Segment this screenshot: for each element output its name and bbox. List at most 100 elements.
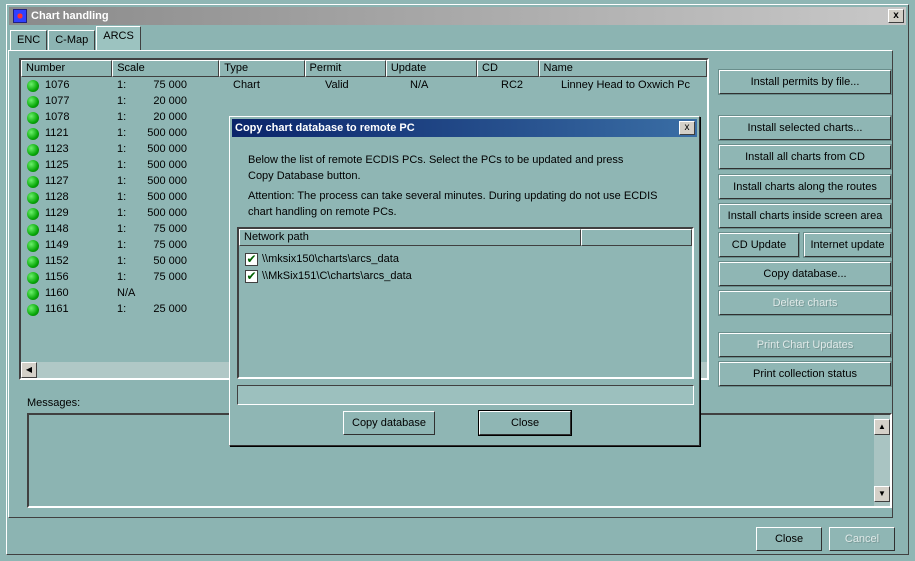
tab-arcs[interactable]: ARCS xyxy=(96,26,141,50)
cell-scale-prefix: 1: xyxy=(117,239,127,251)
window-title: Chart handling xyxy=(31,10,109,22)
copy-database-menu-button[interactable]: Copy database... xyxy=(718,261,892,287)
cell-scale-prefix: 1: xyxy=(117,175,127,187)
status-ok-icon xyxy=(27,144,39,156)
scroll-left-icon[interactable]: ◀ xyxy=(21,362,37,378)
cell-scale: 50 000 xyxy=(153,255,187,267)
cell-permit: Valid xyxy=(325,79,349,91)
cell-number: 1127 xyxy=(45,175,69,187)
cell-scale-prefix: 1: xyxy=(117,191,127,203)
cell-scale: 75 000 xyxy=(153,79,187,91)
vertical-scrollbar[interactable]: ▲ ▼ xyxy=(874,415,890,506)
cell-number: 1123 xyxy=(45,143,69,155)
window-titlebar: Chart handling x xyxy=(9,7,906,25)
table-row[interactable]: 1076 1: 75 000 Chart Valid N/A RC2 Linney Head … xyxy=(21,78,707,94)
status-ok-icon xyxy=(27,128,39,140)
cancel-button[interactable]: Cancel xyxy=(829,527,895,551)
column-permit[interactable]: Permit xyxy=(304,60,386,77)
cell-scale-prefix: N/A xyxy=(117,287,136,299)
status-ok-icon xyxy=(27,96,39,108)
cell-number: 1125 xyxy=(45,159,69,171)
copy-database-button[interactable]: Copy database xyxy=(343,411,435,435)
status-ok-icon xyxy=(27,288,39,300)
messages-label: Messages: xyxy=(27,397,81,409)
install-permits-button[interactable]: Install permits by file... xyxy=(718,69,892,95)
column-name[interactable]: Name xyxy=(538,60,707,77)
tab-c-map[interactable]: C-Map xyxy=(48,30,96,50)
scroll-down-icon[interactable]: ▼ xyxy=(874,486,890,502)
dialog-title: Copy chart database to remote PC xyxy=(232,119,697,137)
cell-scale-prefix: 1: xyxy=(117,303,127,315)
dialog-close-button[interactable]: Close xyxy=(478,410,572,436)
close-button[interactable]: Close xyxy=(756,527,822,551)
status-ok-icon xyxy=(27,208,39,220)
cell-scale: 75 000 xyxy=(153,271,187,283)
dialog-attention-line2: chart handling on remote PCs. xyxy=(248,206,397,218)
cell-scale-prefix: 1: xyxy=(117,159,127,171)
install-selected-button[interactable]: Install selected charts... xyxy=(718,115,892,141)
cell-scale-prefix: 1: xyxy=(117,223,127,235)
cell-number: 1156 xyxy=(45,271,69,283)
status-ok-icon xyxy=(27,304,39,316)
scroll-up-icon[interactable]: ▲ xyxy=(874,419,890,435)
tab-bar: ENC C-Map ARCS xyxy=(10,26,142,50)
dialog-attention-line1: Attention: The process can take several … xyxy=(248,190,658,202)
column-type[interactable]: Type xyxy=(219,60,305,77)
column-blank xyxy=(581,229,692,246)
cell-cd: RC2 xyxy=(501,79,524,91)
column-scale[interactable]: Scale xyxy=(112,60,220,77)
cell-scale: 500 000 xyxy=(147,175,187,187)
network-path-label: \\mksix150\charts\arcs_data xyxy=(262,253,399,265)
network-path-header: Network path xyxy=(239,229,692,246)
cd-update-button[interactable]: CD Update xyxy=(718,232,800,258)
column-update[interactable]: Update xyxy=(385,60,478,77)
cell-number: 1121 xyxy=(45,127,69,139)
install-screen-area-button[interactable]: Install charts inside screen area xyxy=(718,203,892,229)
cell-scale: 500 000 xyxy=(147,159,187,171)
status-ok-icon xyxy=(27,256,39,268)
tab-enc[interactable]: ENC xyxy=(10,30,48,50)
status-ok-icon xyxy=(27,272,39,284)
network-path-list[interactable]: Network path ✔ \\mksix150\charts\arcs_da… xyxy=(237,227,694,379)
install-along-routes-button[interactable]: Install charts along the routes xyxy=(718,174,892,200)
cell-scale: 25 000 xyxy=(153,303,187,315)
cell-scale-prefix: 1: xyxy=(117,207,127,219)
cell-number: 1160 xyxy=(45,287,69,299)
status-ok-icon xyxy=(27,224,39,236)
print-chart-updates-button[interactable]: Print Chart Updates xyxy=(718,332,892,358)
cell-scale-prefix: 1: xyxy=(117,79,127,91)
internet-update-button[interactable]: Internet update xyxy=(803,232,892,258)
network-path-row[interactable]: ✔ \\mksix150\charts\arcs_data xyxy=(245,251,399,267)
chart-list-header: Number Scale Type Permit Update CD Name xyxy=(21,60,707,77)
cell-scale: 500 000 xyxy=(147,207,187,219)
delete-charts-button[interactable]: Delete charts xyxy=(718,290,892,316)
column-cd[interactable]: CD xyxy=(477,60,539,77)
cell-scale: 20 000 xyxy=(153,111,187,123)
install-all-cd-button[interactable]: Install all charts from CD xyxy=(718,144,892,170)
cell-name: Linney Head to Oxwich Pc xyxy=(561,79,691,91)
status-ok-icon xyxy=(27,160,39,172)
table-row[interactable]: 1077 1: 20 000 xyxy=(21,94,707,110)
status-ok-icon xyxy=(27,192,39,204)
print-collection-status-button[interactable]: Print collection status xyxy=(718,361,892,387)
cell-number: 1128 xyxy=(45,191,69,203)
cell-number: 1076 xyxy=(45,79,70,91)
close-icon[interactable]: x xyxy=(888,9,904,23)
network-path-label: \\MkSix151\C\charts\arcs_data xyxy=(262,270,412,282)
column-number[interactable]: Number xyxy=(21,60,113,77)
cell-scale-prefix: 1: xyxy=(117,271,127,283)
cell-number: 1129 xyxy=(45,207,69,219)
dialog-close-icon[interactable]: x xyxy=(679,121,695,135)
cell-type: Chart xyxy=(233,79,260,91)
cell-scale-prefix: 1: xyxy=(117,95,127,107)
check-icon[interactable]: ✔ xyxy=(245,269,258,283)
network-path-row[interactable]: ✔ \\MkSix151\C\charts\arcs_data xyxy=(245,268,412,284)
check-icon[interactable]: ✔ xyxy=(245,252,258,266)
column-network-path[interactable]: Network path xyxy=(239,229,581,246)
cell-scale: 500 000 xyxy=(147,127,187,139)
cell-scale: 500 000 xyxy=(147,191,187,203)
cell-scale: 20 000 xyxy=(153,95,187,107)
status-ok-icon xyxy=(27,176,39,188)
dialog-instructions-line2: Copy Database button. xyxy=(248,170,361,182)
status-ok-icon xyxy=(27,240,39,252)
